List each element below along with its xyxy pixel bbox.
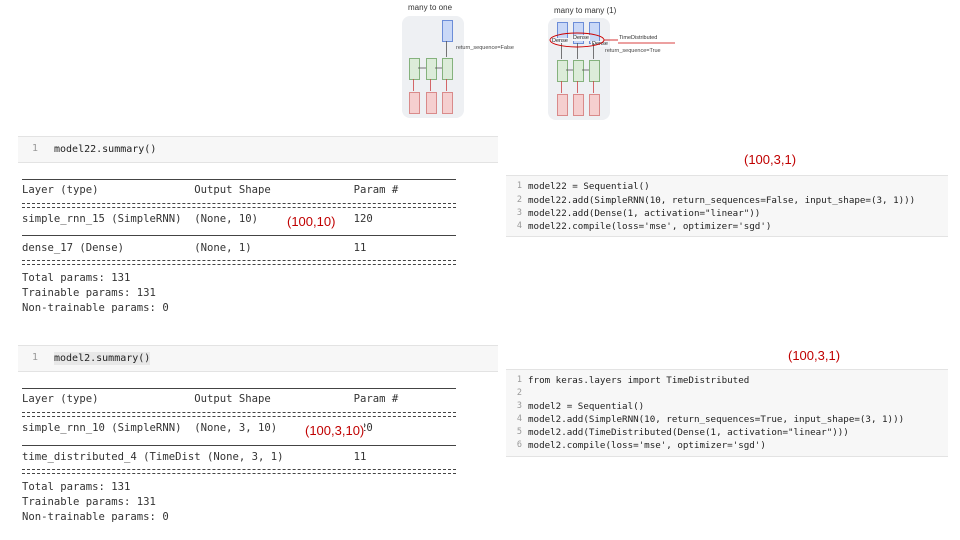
many-to-one-diagram: many to one return_sequence=False	[400, 0, 530, 122]
summary-row: time_distributed_4 (TimeDist (None, 3, 1…	[22, 451, 367, 463]
non-trainable-params: Non-trainable params: 0	[22, 302, 169, 314]
input-shape-annotation: (100,3,1)	[744, 152, 797, 167]
code-line[interactable]: model22 = Sequential()	[528, 181, 650, 192]
shape-annotation: (100,10)	[287, 214, 336, 229]
line-number: 6	[516, 440, 522, 450]
line-number: 3	[516, 401, 522, 411]
total-params: Total params: 131	[22, 272, 131, 284]
line-number: 2	[516, 195, 522, 205]
code-line[interactable]: model22.add(Dense(1, activation="linear"…	[528, 208, 760, 219]
code-line[interactable]: model2 = Sequential()	[528, 401, 644, 412]
divider	[22, 203, 456, 208]
trainable-params: Trainable params: 131	[22, 496, 156, 508]
diagram-arrows	[413, 41, 447, 91]
line-number: 1	[31, 352, 38, 363]
line-number: 1	[31, 143, 38, 154]
line-number: 4	[516, 221, 522, 231]
summary-header: Layer (type) Output Shape Param #	[22, 184, 399, 196]
code-line[interactable]: model2.add(TimeDistributed(Dense(1, acti…	[528, 427, 849, 438]
divider	[22, 445, 456, 446]
code-line[interactable]: model22.compile(loss='mse', optimizer='s…	[528, 221, 771, 232]
divider	[22, 469, 456, 474]
summary-header: Layer (type) Output Shape Param #	[22, 393, 399, 405]
many-to-many-diagram: many to many (1) Dense Dense Dense TimeD…	[545, 0, 685, 122]
summary-row: dense_17 (Dense) (None, 1) 11	[22, 242, 367, 254]
code-cell-model2[interactable]: 1 2 3 4 5 6 from keras.layers import Tim…	[506, 369, 948, 457]
trainable-params: Trainable params: 131	[22, 287, 156, 299]
shape-annotation: (100,3,10)	[305, 423, 365, 438]
line-number: 1	[516, 181, 522, 191]
code-line[interactable]: from keras.layers import TimeDistributed	[528, 375, 749, 386]
line-number: 1	[516, 375, 522, 385]
return-sequence-annotation: return_sequence=True	[605, 48, 661, 54]
time-distributed-annotation: TimeDistributed	[619, 35, 658, 41]
line-number: 4	[516, 414, 522, 424]
divider	[22, 179, 456, 180]
divider	[22, 412, 456, 417]
input-shape-annotation: (100,3,1)	[788, 348, 841, 363]
divider	[22, 235, 456, 236]
total-params: Total params: 131	[22, 481, 131, 493]
divider	[22, 260, 456, 265]
code-line[interactable]: model2.add(SimpleRNN(10, return_sequence…	[528, 414, 904, 425]
non-trainable-params: Non-trainable params: 0	[22, 511, 169, 523]
divider	[22, 388, 456, 389]
line-number: 2	[516, 388, 522, 398]
line-number: 3	[516, 208, 522, 218]
code-cell-summary-1[interactable]: 1 model22.summary()	[18, 136, 498, 163]
code-cell-model22[interactable]: 1 2 3 4 model22 = Sequential() model22.a…	[506, 175, 948, 237]
code-line[interactable]: model22.add(SimpleRNN(10, return_sequenc…	[528, 195, 915, 206]
code-line[interactable]: model2.summary()	[54, 352, 151, 365]
code-line[interactable]: model2.compile(loss='mse', optimizer='sg…	[528, 440, 766, 451]
code-cell-summary-2[interactable]: 1 model2.summary()	[18, 345, 498, 372]
return-sequence-annotation: return_sequence=False	[456, 45, 514, 51]
diagram-arrows	[549, 32, 675, 93]
code-line[interactable]: model22.summary()	[54, 143, 156, 156]
line-number: 5	[516, 427, 522, 437]
